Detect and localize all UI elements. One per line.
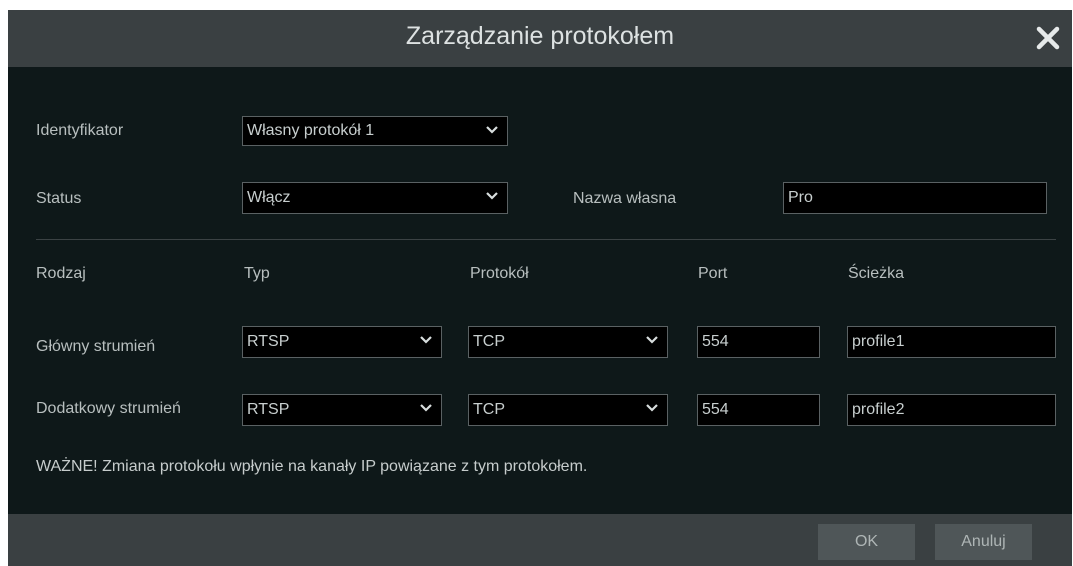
- path-input[interactable]: profile1: [847, 326, 1056, 358]
- status-value: Włącz: [247, 189, 291, 206]
- chevron-down-icon: [420, 404, 432, 412]
- header-port: Port: [698, 265, 728, 282]
- port-input[interactable]: 554: [697, 326, 820, 358]
- dialog-title: Zarządzanie protokołem: [405, 22, 675, 50]
- type-value: RTSP: [247, 333, 290, 350]
- type-select[interactable]: RTSP: [242, 326, 442, 358]
- identyfikator-select[interactable]: Własny protokół 1: [242, 116, 508, 146]
- protocol-value: TCP: [473, 401, 505, 418]
- chevron-down-icon: [646, 404, 658, 412]
- divider: [36, 239, 1056, 240]
- cancel-button[interactable]: Anuluj: [935, 524, 1032, 560]
- warning-note: WAŻNE! Zmiana protokołu wpłynie na kanał…: [36, 458, 588, 475]
- identyfikator-value: Własny protokół 1: [247, 122, 375, 139]
- chevron-down-icon: [646, 336, 658, 344]
- chevron-down-icon: [486, 192, 498, 200]
- path-input[interactable]: profile2: [847, 394, 1056, 426]
- status-select[interactable]: Włącz: [242, 182, 508, 214]
- row-name: Dodatkowy strumień: [36, 400, 181, 417]
- chevron-down-icon: [486, 126, 498, 134]
- dialog-footer: OK Anuluj: [8, 514, 1072, 566]
- header-sciezka: Ścieżka: [848, 265, 905, 282]
- chevron-down-icon: [420, 336, 432, 344]
- dialog-titlebar: Zarządzanie protokołem: [8, 10, 1072, 67]
- close-icon[interactable]: [1034, 24, 1062, 52]
- type-value: RTSP: [247, 401, 290, 418]
- header-protokol: Protokół: [470, 265, 529, 282]
- custom-name-input[interactable]: Pro: [783, 182, 1047, 214]
- ok-button[interactable]: OK: [818, 524, 915, 560]
- status-label: Status: [36, 190, 82, 207]
- custom-name-label: Nazwa własna: [573, 190, 677, 207]
- protocol-select[interactable]: TCP: [468, 326, 668, 358]
- protocol-select[interactable]: TCP: [468, 394, 668, 426]
- header-rodzaj: Rodzaj: [36, 265, 86, 282]
- type-select[interactable]: RTSP: [242, 394, 442, 426]
- protocol-value: TCP: [473, 333, 505, 350]
- protocol-management-dialog: Zarządzanie protokołem Identyfikator Wła…: [8, 10, 1072, 566]
- header-typ: Typ: [244, 265, 270, 282]
- port-input[interactable]: 554: [697, 394, 820, 426]
- row-name: Główny strumień: [36, 338, 156, 355]
- identyfikator-label: Identyfikator: [36, 122, 124, 139]
